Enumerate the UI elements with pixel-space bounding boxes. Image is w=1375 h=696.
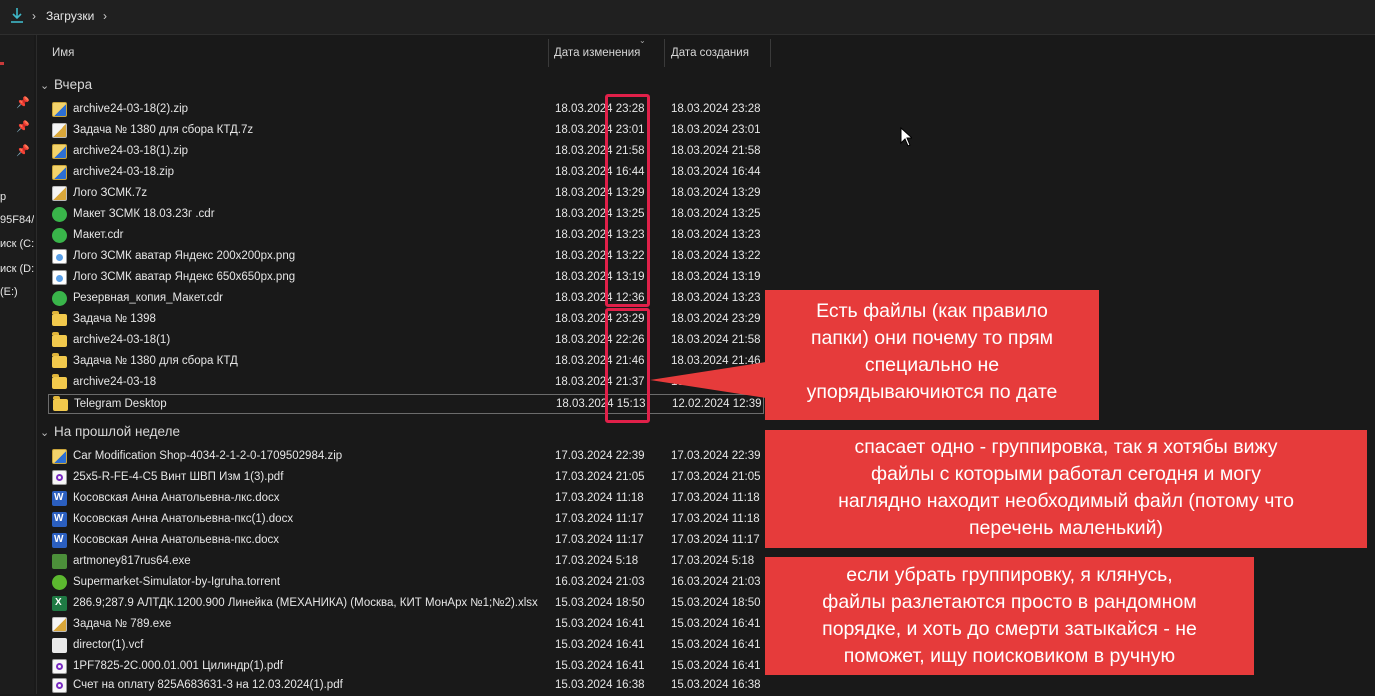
file-row[interactable]: Резервная_копия_Макет.cdr 18.03.2024 12:3… <box>48 289 764 309</box>
column-header-date-modified[interactable]: Дата изменения <box>554 47 640 59</box>
download-icon[interactable] <box>9 7 25 25</box>
file-row[interactable]: archive24-03-18(2).zip 18.03.2024 23:28 18… <box>48 100 764 120</box>
file-row[interactable]: 25х5-R-FE-4-C5 Винт ШВП Изм 1(3).pdf 17.0… <box>48 468 764 488</box>
word-document-icon <box>52 512 67 527</box>
file-row[interactable]: Задача № 789.exe 15.03.2024 16:41 15.03.20… <box>48 615 764 635</box>
pin-icon[interactable]: 📌 <box>16 120 30 133</box>
chevron-right-icon[interactable]: › <box>103 9 107 23</box>
address-bar: › Загрузки › <box>0 0 1375 35</box>
file-row[interactable]: Лого ЗСМК аватар Яндекс 650x650px.png 18.… <box>48 268 764 288</box>
word-document-icon <box>52 491 67 506</box>
excel-document-icon <box>52 596 67 611</box>
folder-row[interactable]: Задача № 1398 18.03.2024 23:29 18.03.2024 … <box>48 310 764 330</box>
highlight-box-files <box>605 94 650 307</box>
column-header-bar: Имя ⌄ Дата изменения Дата создания <box>37 35 1375 71</box>
folder-icon <box>53 396 68 411</box>
sort-down-icon: ⌄ <box>639 36 646 45</box>
zip-archive-icon <box>52 449 67 464</box>
pdf-file-icon <box>52 659 67 674</box>
file-row[interactable]: archive24-03-18(1).zip 18.03.2024 21:58 18… <box>48 142 764 162</box>
folder-icon <box>52 374 67 389</box>
annotation-callout-1: Есть файлы (как правило папки) они почем… <box>765 290 1099 420</box>
annotation-callout-3: если убрать группировку, я клянусь, файл… <box>765 557 1254 675</box>
file-row[interactable]: Макет.cdr 18.03.2024 13:23 18.03.2024 13:2… <box>48 226 764 246</box>
folder-row[interactable]: archive24-03-18(1) 18.03.2024 22:26 18.03.… <box>48 331 764 351</box>
column-header-date-created[interactable]: Дата создания <box>671 47 749 59</box>
column-header-name[interactable]: Имя <box>52 47 74 59</box>
file-row[interactable]: Задача № 1380 для сбора КТД.7z 18.03.2024… <box>48 121 764 141</box>
file-row[interactable]: Car Modification Shop-4034-2-1-2-0-17095… <box>48 447 764 467</box>
column-divider[interactable] <box>664 39 665 67</box>
zip-archive-icon <box>52 102 67 117</box>
folder-icon <box>52 332 67 347</box>
column-divider[interactable] <box>770 39 771 67</box>
folder-icon <box>52 311 67 326</box>
navigation-pane: 📌 📌 📌 р 95F84/ иск (C: иск (D: (E:) <box>0 35 34 694</box>
sidebar-item-drive-e[interactable]: (E:) <box>0 286 18 298</box>
7z-archive-icon <box>52 617 67 632</box>
folder-icon <box>52 353 67 368</box>
chevron-down-icon[interactable]: ⌄ <box>40 79 54 92</box>
png-image-icon <box>52 249 67 264</box>
file-row[interactable]: Supermarket-Simulator-by-Igruha.torrent 1… <box>48 573 764 593</box>
file-row[interactable]: Лого ЗСМК.7z 18.03.2024 13:29 18.03.2024 1… <box>48 184 764 204</box>
pdf-file-icon <box>52 678 67 693</box>
file-row[interactable]: Косовская Анна Анатольевна-лкс.docx17.03… <box>48 489 764 509</box>
zip-archive-icon <box>52 165 67 180</box>
file-row[interactable]: 286.9;287.9 АЛТДК.1200.900 Линейка (МЕХА… <box>48 594 764 614</box>
mouse-cursor-icon <box>900 127 912 147</box>
column-divider[interactable] <box>548 39 549 67</box>
chevron-down-icon[interactable]: ⌄ <box>40 426 54 439</box>
annotation-callout-2: спасает одно - группировка, так я хотябы… <box>765 430 1367 548</box>
file-row[interactable]: director(1).vcf 15.03.2024 16:41 15.03.202… <box>48 636 764 656</box>
file-row[interactable]: Лого ЗСМК аватар Яндекс 200x200px.png 18.… <box>48 247 764 267</box>
highlight-box-folders <box>605 308 650 423</box>
png-image-icon <box>52 270 67 285</box>
breadcrumb-downloads[interactable]: Загрузки <box>46 9 94 23</box>
sidebar-item[interactable]: 95F84/ <box>0 214 34 226</box>
file-row[interactable]: Косовская Анна Анатольевна-пкс(1).docx17… <box>48 510 764 530</box>
sidebar-item-drive-d[interactable]: иск (D: <box>0 263 34 275</box>
cdr-file-icon <box>52 207 67 222</box>
pin-icon[interactable]: 📌 <box>16 96 30 109</box>
cdr-file-icon <box>52 228 67 243</box>
pdf-file-icon <box>52 470 67 485</box>
vcf-contact-icon <box>52 638 67 653</box>
word-document-icon <box>52 533 67 548</box>
group-header-yesterday[interactable]: ⌄ Вчера <box>40 77 92 92</box>
callout-pointer <box>650 362 766 398</box>
torrent-file-icon <box>52 575 67 590</box>
file-row[interactable]: archive24-03-18.zip 18.03.2024 16:44 18.03… <box>48 163 764 183</box>
file-row[interactable]: Счет на оплату 825А683631-3 на 12.03.202… <box>48 676 764 696</box>
group-header-last-week[interactable]: ⌄ На прошлой неделе <box>40 424 180 439</box>
exe-file-icon <box>52 554 67 569</box>
cdr-file-icon <box>52 291 67 306</box>
file-row[interactable]: 1PF7825-2С.000.01.001 Цилиндр(1).pdf 15.0… <box>48 657 764 677</box>
file-row[interactable]: Макет ЗСМК 18.03.23г .cdr 18.03.2024 13:2… <box>48 205 764 225</box>
sidebar-item[interactable]: р <box>0 191 6 203</box>
sidebar-item-drive-c[interactable]: иск (C: <box>0 238 34 250</box>
file-row[interactable]: artmoney817rus64.exe 17.03.2024 5:18 17.03… <box>48 552 764 572</box>
7z-archive-icon <box>52 123 67 138</box>
7z-archive-icon <box>52 186 67 201</box>
file-row[interactable]: Косовская Анна Анатольевна-пкс.docx17.03… <box>48 531 764 551</box>
chevron-right-icon[interactable]: › <box>32 9 36 23</box>
pane-divider[interactable] <box>36 35 37 694</box>
zip-archive-icon <box>52 144 67 159</box>
pin-icon[interactable]: 📌 <box>16 144 30 157</box>
